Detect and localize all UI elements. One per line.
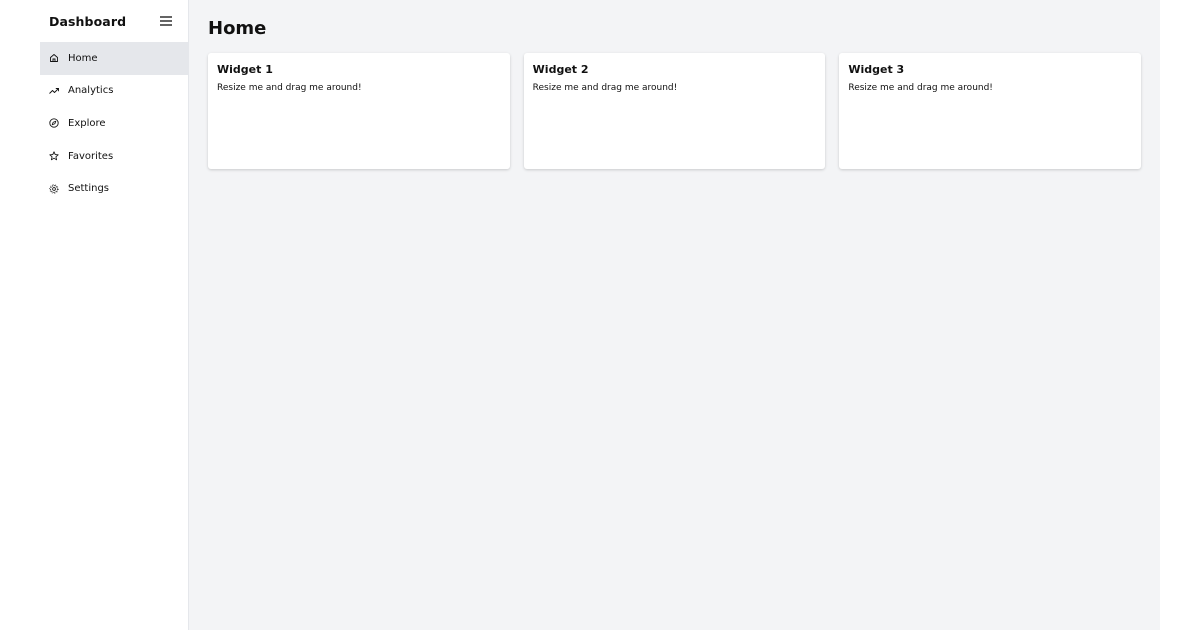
widget-text: Resize me and drag me around! [217,83,362,93]
widget-title: Widget 2 [532,63,589,76]
widget-card[interactable]: Widget 1 Resize me and drag me around! [208,53,510,169]
brand-title: Dashboard [49,13,127,29]
sidebar-item-settings[interactable]: Settings [40,172,188,205]
widget-card[interactable]: Widget 3 Resize me and drag me around! [839,53,1142,169]
widget-title: Widget 3 [848,63,905,76]
widget-text: Resize me and drag me around! [532,83,678,93]
sidebar-item-label: Settings [68,183,110,195]
sidebar-item-label: Analytics [68,85,114,97]
page-title: Home [208,18,267,39]
widget-text: Resize me and drag me around! [848,83,993,93]
home-icon [49,53,59,63]
sidebar-item-label: Explore [68,117,106,129]
main-content: Home Widget 1 Resize me and drag me arou… [189,0,1160,630]
sidebar-item-home[interactable]: Home [40,42,188,75]
sidebar: Dashboard Home Analytics Explore Favorit… [40,0,189,630]
sidebar-item-favorites[interactable]: Favorites [40,140,188,173]
sidebar-item-label: Home [68,52,98,64]
widget-card[interactable]: Widget 2 Resize me and drag me around! [523,53,826,169]
sidebar-item-label: Favorites [68,150,114,162]
gear-icon [49,184,59,194]
widget-title: Widget 1 [217,63,273,76]
sidebar-item-explore[interactable]: Explore [40,107,188,140]
sidebar-nav: Home Analytics Explore Favorites Setting… [40,42,188,205]
compass-icon [49,118,59,129]
app-shell: Dashboard Home Analytics Explore Favorit… [40,0,1160,630]
sidebar-item-analytics[interactable]: Analytics [40,75,188,108]
trending-up-icon [49,86,59,96]
sidebar-header: Dashboard [40,0,188,42]
star-icon [49,151,59,161]
hamburger-menu-icon[interactable] [158,13,174,29]
widget-grid: Widget 1 Resize me and drag me around! W… [208,53,1142,169]
